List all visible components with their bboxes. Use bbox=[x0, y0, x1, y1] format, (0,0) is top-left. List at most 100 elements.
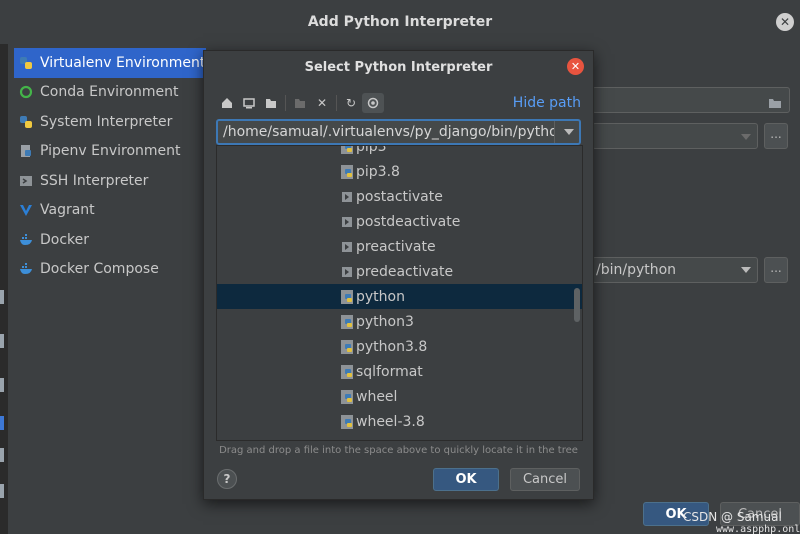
python-file-icon bbox=[341, 389, 353, 404]
file-name: wheel bbox=[356, 388, 398, 405]
desktop-icon[interactable] bbox=[238, 93, 260, 113]
outer-close-icon[interactable]: ✕ bbox=[776, 13, 794, 31]
executable-file-icon bbox=[341, 240, 353, 254]
file-name: predeactivate bbox=[356, 263, 454, 280]
sidebar-item-label: SSH Interpreter bbox=[40, 172, 149, 189]
base-interpreter-combo[interactable] bbox=[592, 123, 758, 149]
file-name: python3 bbox=[356, 313, 414, 330]
executable-file-icon bbox=[341, 215, 353, 229]
python-icon bbox=[18, 114, 34, 130]
sidebar-item-conda[interactable]: Conda Environment bbox=[14, 78, 206, 108]
executable-file-icon bbox=[341, 265, 353, 279]
show-hidden-icon[interactable] bbox=[362, 93, 384, 113]
python-file-icon bbox=[341, 414, 353, 429]
file-name: sqlformat bbox=[356, 363, 423, 380]
toolbar-separator bbox=[336, 95, 337, 111]
tree-row[interactable]: pip3 bbox=[217, 145, 582, 159]
sidebar-item-label: Docker Compose bbox=[40, 261, 159, 278]
inner-cancel-button[interactable]: Cancel bbox=[510, 468, 580, 491]
help-button[interactable]: ? bbox=[217, 469, 237, 489]
select-interpreter-dialog: Select Python Interpreter ✕ ✕ ↻ Hide pat… bbox=[203, 50, 594, 500]
python-file-icon bbox=[341, 289, 353, 304]
refresh-icon[interactable]: ↻ bbox=[340, 93, 362, 113]
strip-mark bbox=[0, 416, 4, 430]
file-name: python bbox=[356, 288, 405, 305]
executable-file-icon bbox=[341, 190, 353, 204]
watermark-url: www.aspphp.online bbox=[716, 524, 800, 534]
path-combo bbox=[216, 119, 581, 145]
python-file-icon bbox=[341, 364, 353, 379]
file-name: python3.8 bbox=[356, 338, 428, 355]
tree-row[interactable]: wheel3 bbox=[217, 434, 582, 441]
tree-scrollbar[interactable] bbox=[574, 288, 580, 322]
inner-dialog-title: Select Python Interpreter bbox=[204, 51, 593, 83]
sidebar-item-vagrant[interactable]: Vagrant bbox=[14, 196, 206, 226]
python-file-icon bbox=[341, 439, 353, 440]
sidebar-item-docker-compose[interactable]: Docker Compose bbox=[14, 255, 206, 285]
file-name: postdeactivate bbox=[356, 213, 461, 230]
sidebar-item-label: Conda Environment bbox=[40, 84, 179, 101]
file-name: postactivate bbox=[356, 188, 443, 205]
python-file-icon bbox=[341, 146, 353, 154]
python-file-icon bbox=[341, 339, 353, 354]
project-folder-icon[interactable] bbox=[260, 93, 282, 113]
home-icon[interactable] bbox=[216, 93, 238, 113]
delete-icon[interactable]: ✕ bbox=[311, 93, 333, 113]
tree-row[interactable]: postdeactivate bbox=[217, 209, 582, 234]
tree-row[interactable]: wheel-3.8 bbox=[217, 409, 582, 434]
strip-mark bbox=[0, 378, 4, 392]
inner-ok-label: OK bbox=[455, 472, 477, 487]
toolbar-separator bbox=[285, 95, 286, 111]
tree-row[interactable]: python3 bbox=[217, 309, 582, 334]
pipenv-icon bbox=[18, 143, 34, 159]
browse-interpreter-button[interactable]: ... bbox=[764, 257, 788, 283]
inner-ok-button[interactable]: OK bbox=[433, 468, 499, 491]
inner-dialog-title-text: Select Python Interpreter bbox=[304, 59, 493, 75]
tree-row[interactable]: preactivate bbox=[217, 234, 582, 259]
tree-row-selected[interactable]: python bbox=[217, 284, 582, 309]
tree-row[interactable]: postactivate bbox=[217, 184, 582, 209]
python-icon bbox=[18, 55, 34, 71]
path-input[interactable] bbox=[218, 121, 554, 143]
file-name: wheel-3.8 bbox=[356, 413, 425, 430]
existing-interpreter-path: /bin/python bbox=[596, 262, 677, 278]
tree-row[interactable]: pip3.8 bbox=[217, 159, 582, 184]
python-file-icon bbox=[341, 314, 353, 329]
browse-button[interactable]: ... bbox=[764, 123, 788, 149]
file-name: pip3.8 bbox=[356, 163, 400, 180]
file-name: wheel3 bbox=[356, 439, 406, 441]
tree-row[interactable]: sqlformat bbox=[217, 359, 582, 384]
location-field[interactable] bbox=[592, 87, 790, 113]
tree-row[interactable]: predeactivate bbox=[217, 259, 582, 284]
drag-drop-hint: Drag and drop a file into the space abov… bbox=[219, 445, 578, 456]
docker-icon bbox=[18, 261, 34, 277]
sidebar-item-docker[interactable]: Docker bbox=[14, 225, 206, 255]
hide-path-link[interactable]: Hide path bbox=[513, 95, 581, 111]
watermark: CSDN @ Samual bbox=[683, 510, 782, 524]
sidebar-item-ssh[interactable]: SSH Interpreter bbox=[14, 166, 206, 196]
sidebar-item-label: Vagrant bbox=[40, 202, 95, 219]
new-folder-icon[interactable] bbox=[289, 93, 311, 113]
file-tree[interactable]: pip3 pip3.8 postactivate postdeactivate … bbox=[216, 145, 583, 441]
chevron-down-icon[interactable] bbox=[564, 129, 574, 135]
file-name: preactivate bbox=[356, 238, 436, 255]
strip-mark bbox=[0, 334, 4, 348]
tree-row[interactable]: wheel bbox=[217, 384, 582, 409]
outer-dialog-title-text: Add Python Interpreter bbox=[307, 14, 493, 30]
sidebar-item-system[interactable]: System Interpreter bbox=[14, 107, 206, 137]
sidebar-item-pipenv[interactable]: Pipenv Environment bbox=[14, 137, 206, 167]
sidebar-item-virtualenv[interactable]: Virtualenv Environment bbox=[14, 48, 206, 78]
chevron-down-icon bbox=[741, 267, 751, 273]
close-icon[interactable]: ✕ bbox=[567, 58, 584, 75]
folder-icon[interactable] bbox=[768, 94, 782, 113]
path-combo-separator bbox=[554, 121, 555, 143]
strip-mark bbox=[0, 290, 4, 304]
vagrant-icon bbox=[18, 202, 34, 218]
terminal-icon bbox=[18, 173, 34, 189]
sidebar-item-label: Virtualenv Environment bbox=[40, 54, 206, 71]
conda-icon bbox=[18, 84, 34, 100]
sidebar-item-label: Docker bbox=[40, 231, 90, 248]
file-name: pip3 bbox=[356, 145, 387, 155]
tree-row[interactable]: python3.8 bbox=[217, 334, 582, 359]
docker-icon bbox=[18, 232, 34, 248]
